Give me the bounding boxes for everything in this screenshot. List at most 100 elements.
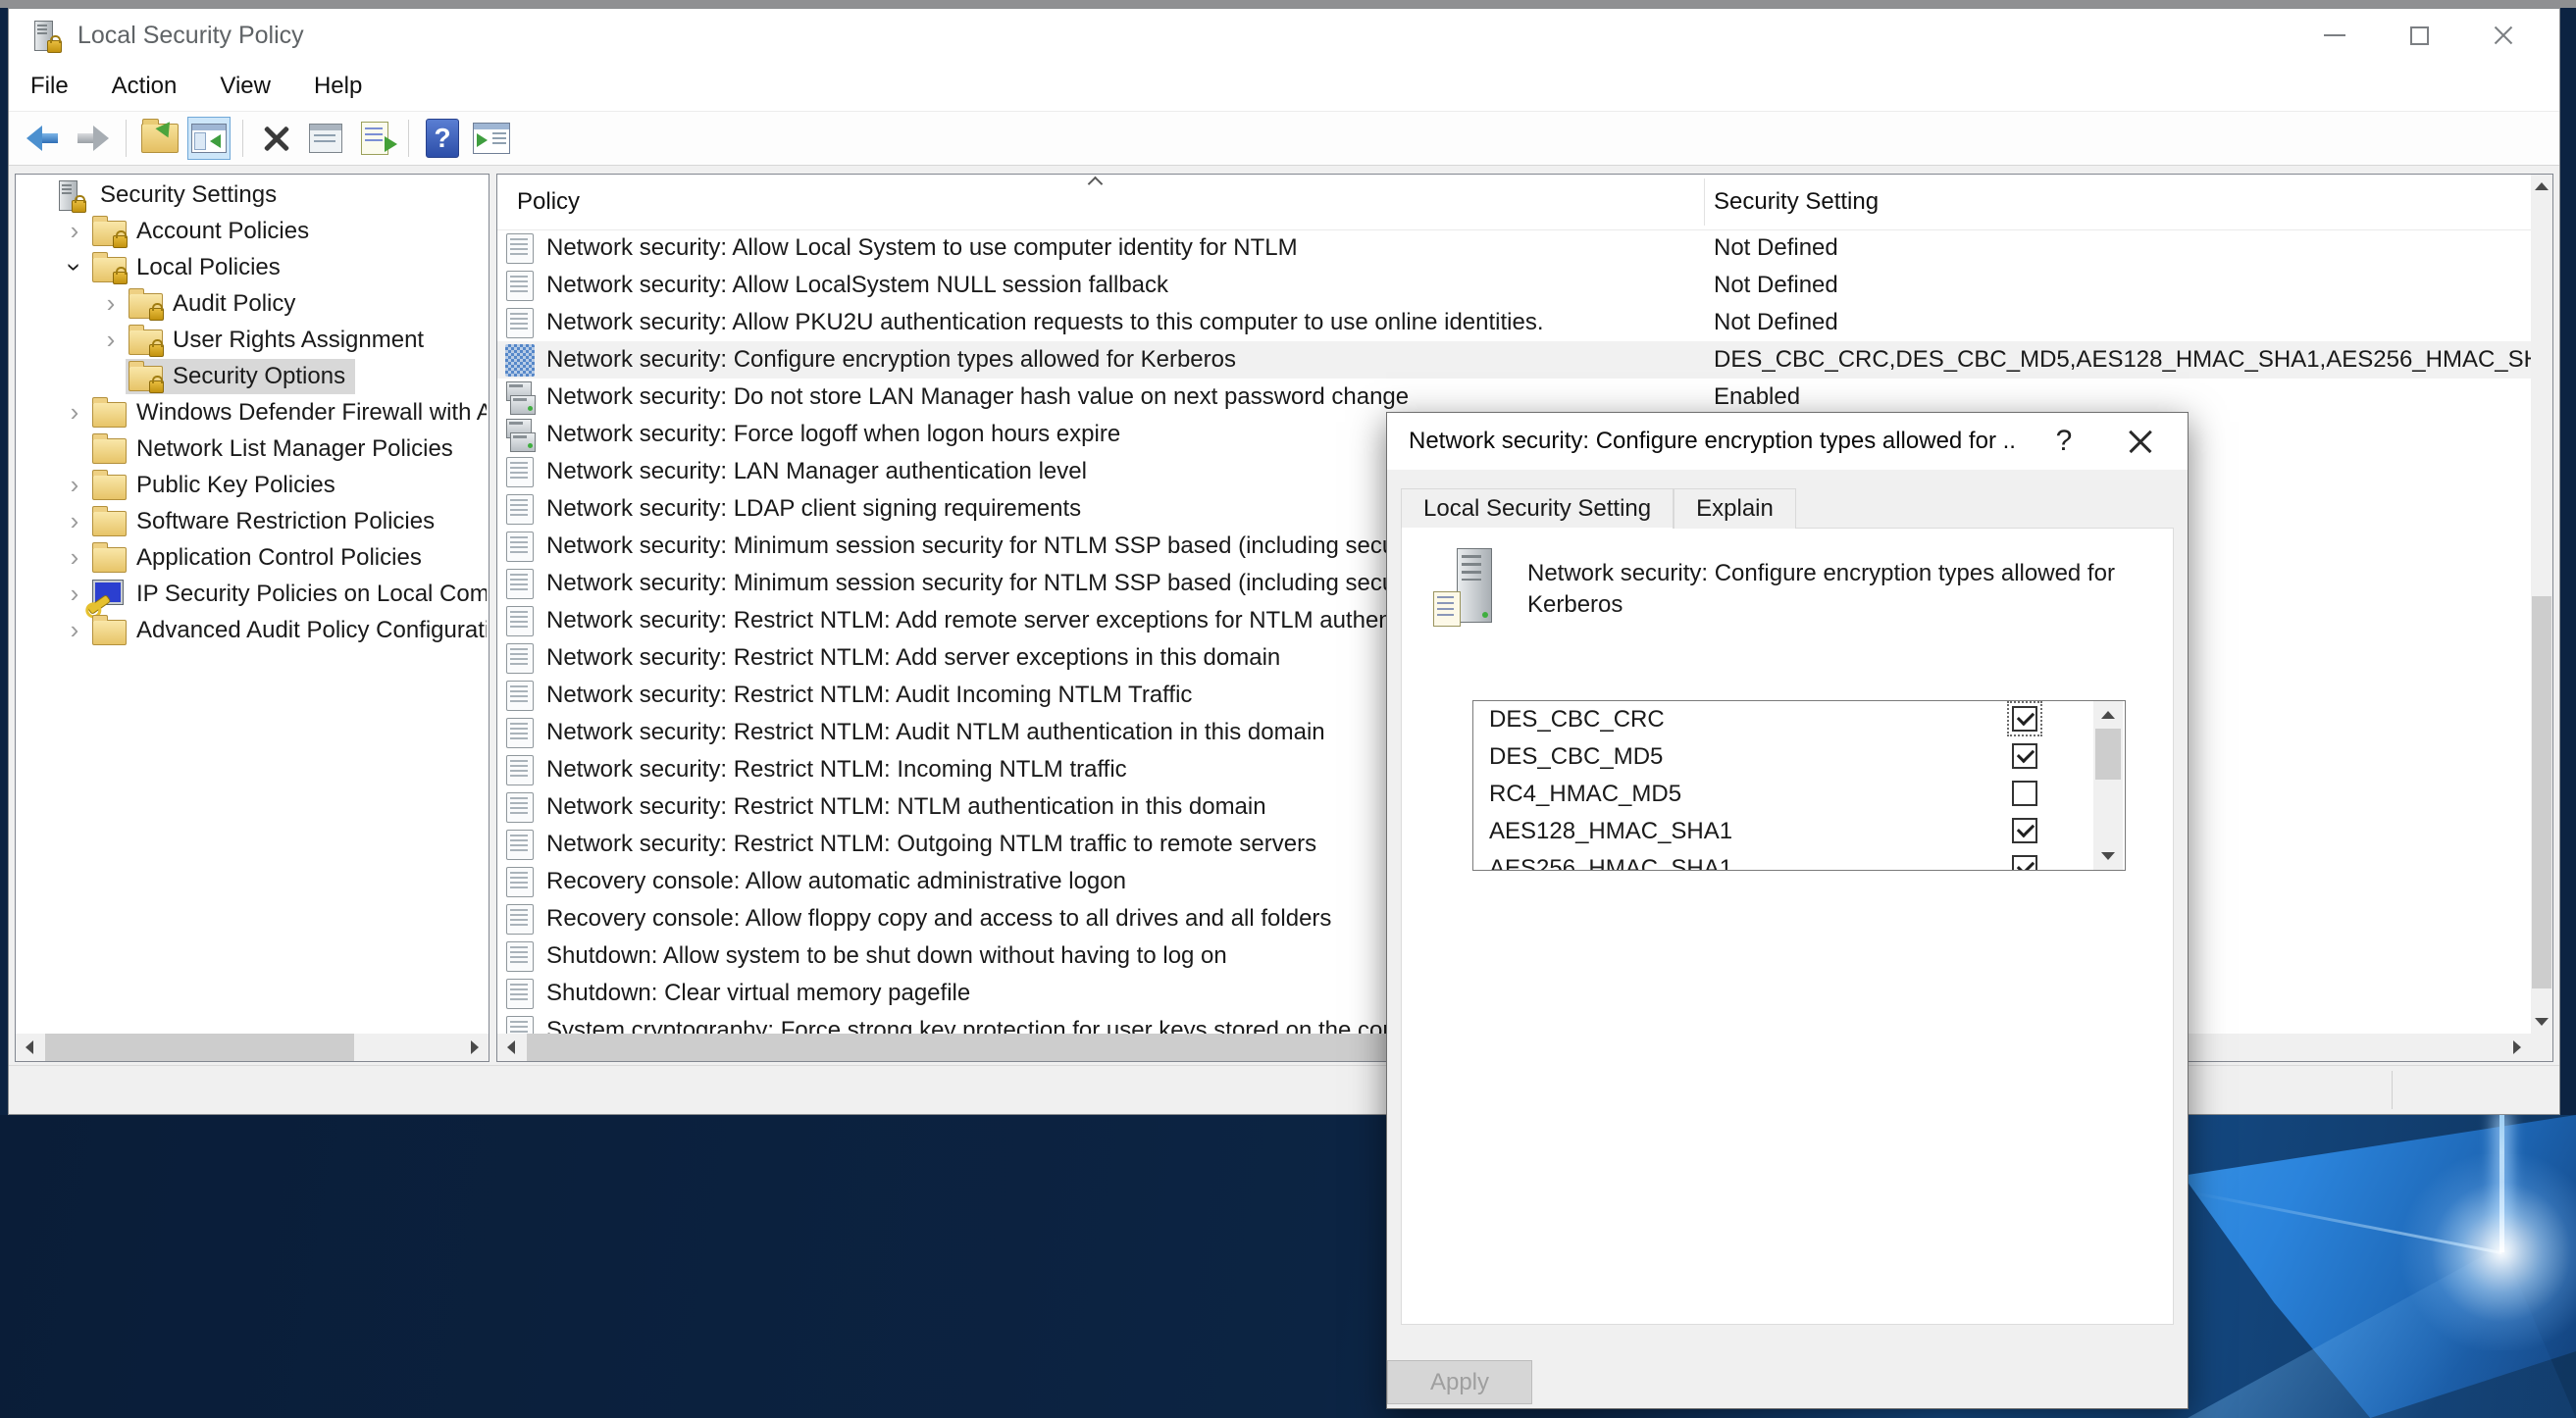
up-one-level-button[interactable] [138, 117, 181, 160]
encryption-option-checkbox[interactable] [2012, 706, 2037, 732]
scrollbar-thumb[interactable] [2095, 729, 2121, 780]
tree-item-icon [55, 180, 90, 210]
scroll-left-icon[interactable] [497, 1034, 525, 1061]
export-list-button[interactable] [353, 117, 396, 160]
tree-item[interactable]: › IP Security Policies on Local Compute [18, 576, 487, 612]
back-button[interactable] [22, 117, 65, 160]
scrollbar-thumb[interactable] [45, 1034, 354, 1061]
console-tree: Security Settings › Account Policies [18, 177, 487, 1032]
tree-expand-chevron-icon[interactable]: › [60, 253, 90, 282]
policy-row[interactable]: Network security: Configure encryption t… [497, 341, 2531, 379]
scroll-up-icon[interactable] [2531, 175, 2552, 198]
menu-item[interactable]: File [9, 62, 90, 111]
delete-icon [262, 124, 291, 153]
policy-row-icon [505, 456, 535, 487]
help-button[interactable]: ? [421, 117, 464, 160]
policy-row-icon [505, 307, 535, 338]
tree-expand-chevron-icon[interactable]: › [60, 470, 89, 500]
policy-name: Network security: Allow Local System to … [546, 234, 1704, 262]
column-header-policy[interactable]: Policy [517, 175, 580, 229]
list-vertical-scrollbar[interactable] [2531, 175, 2552, 1034]
encryption-option-label: AES256_HMAC_SHA1 [1489, 855, 1732, 871]
new-window-button[interactable] [470, 117, 513, 160]
encryption-option-checkbox[interactable] [2012, 781, 2037, 806]
tree-expand-chevron-icon[interactable]: › [60, 579, 89, 609]
forward-button[interactable] [71, 117, 114, 160]
tree-item[interactable]: › Advanced Audit Policy Configuration [18, 612, 487, 648]
policy-row-icon [505, 605, 535, 636]
delete-button[interactable] [255, 117, 298, 160]
properties-button[interactable] [304, 117, 347, 160]
tree-expand-chevron-icon[interactable]: › [60, 216, 89, 246]
tree-item[interactable]: › Windows Defender Firewall with Adva [18, 394, 487, 430]
tree-item[interactable]: Security Options [18, 358, 487, 394]
scroll-right-icon[interactable] [461, 1034, 489, 1061]
encryption-option-checkbox[interactable] [2012, 743, 2037, 769]
encryption-option-row[interactable]: DES_CBC_CRC [1473, 701, 2125, 738]
toolbar-separator [242, 120, 243, 157]
minimize-button[interactable] [2293, 9, 2377, 62]
tree-item-icon [91, 580, 127, 609]
scroll-left-icon[interactable] [16, 1034, 43, 1061]
encryption-option-row[interactable]: DES_CBC_MD5 [1473, 738, 2125, 776]
maximize-button[interactable] [2377, 9, 2461, 62]
tree-item[interactable]: › Application Control Policies [18, 539, 487, 576]
tree-item[interactable]: › Account Policies [18, 213, 487, 249]
tree-expand-chevron-icon[interactable]: › [60, 615, 89, 645]
tree-expand-chevron-icon[interactable]: › [96, 288, 126, 319]
tree-item-icon [91, 616, 127, 645]
security-setting-value: Enabled [1714, 383, 2531, 411]
policy-row[interactable]: Network security: Allow LocalSystem NULL… [497, 267, 2531, 304]
tree-item[interactable]: Network List Manager Policies [18, 430, 487, 467]
tree-item[interactable]: › Software Restriction Policies [18, 503, 487, 539]
encryption-option-checkbox[interactable] [2012, 855, 2037, 871]
dialog-tabs: Local Security Setting Explain [1401, 483, 1796, 529]
scroll-up-icon[interactable] [2093, 701, 2123, 729]
column-header-security-setting[interactable]: Security Setting [1714, 175, 1879, 229]
tree-item[interactable]: › Audit Policy [18, 285, 487, 322]
policy-row[interactable]: Network security: Do not store LAN Manag… [497, 379, 2531, 416]
encryption-option-row[interactable]: AES128_HMAC_SHA1 [1473, 813, 2125, 850]
scroll-right-icon[interactable] [2503, 1034, 2531, 1061]
tree-expand-chevron-icon[interactable]: › [60, 506, 89, 536]
policy-row[interactable]: Network security: Allow PKU2U authentica… [497, 304, 2531, 341]
tree-expand-chevron-icon[interactable]: › [96, 325, 126, 355]
policy-row-icon [505, 531, 535, 562]
dialog-button[interactable]: Apply [1387, 1360, 1532, 1404]
tree-expand-chevron-icon[interactable]: › [60, 397, 89, 428]
tree-item[interactable]: › Public Key Policies [18, 467, 487, 503]
listbox-vertical-scrollbar[interactable] [2093, 701, 2123, 870]
close-button[interactable] [2461, 9, 2546, 62]
menu-item[interactable]: Action [90, 62, 199, 111]
scroll-down-icon[interactable] [2531, 1010, 2552, 1034]
scrollbar-thumb[interactable] [2532, 596, 2551, 988]
menu-item[interactable]: View [198, 62, 292, 111]
encryption-option-row[interactable]: AES256_HMAC_SHA1 [1473, 850, 2125, 871]
tree-item[interactable]: › Local Policies [18, 249, 487, 285]
tree-item-label: Local Policies [136, 254, 281, 281]
tree-expand-chevron-icon[interactable]: › [60, 542, 89, 573]
dialog-titlebar[interactable]: Network security: Configure encryption t… [1387, 413, 2188, 470]
scroll-down-icon[interactable] [2093, 842, 2123, 870]
dialog-tab[interactable]: Explain [1674, 488, 1796, 529]
menu-item[interactable]: Help [292, 62, 384, 111]
dialog-close-button[interactable] [2111, 413, 2170, 470]
show-console-tree-button[interactable] [187, 117, 231, 160]
tree-item[interactable]: Security Settings [18, 177, 487, 213]
security-setting-value: Not Defined [1714, 309, 2531, 336]
policy-row-icon [505, 680, 535, 711]
policy-row-icon [505, 717, 535, 748]
dialog-help-button[interactable]: ? [2035, 413, 2093, 470]
tree-item-label: Network List Manager Policies [136, 435, 453, 463]
encryption-option-checkbox[interactable] [2012, 818, 2037, 843]
encryption-option-row[interactable]: RC4_HMAC_MD5 [1473, 776, 2125, 813]
dialog-tab[interactable]: Local Security Setting [1401, 488, 1674, 529]
security-setting-value: Not Defined [1714, 234, 2531, 262]
policy-row[interactable]: Network security: Allow Local System to … [497, 229, 2531, 267]
window-titlebar[interactable]: Local Security Policy [9, 9, 2559, 62]
tree-horizontal-scrollbar[interactable] [16, 1034, 489, 1061]
tree-item-label: Application Control Policies [136, 544, 422, 572]
tree-item[interactable]: › User Rights Assignment [18, 322, 487, 358]
column-divider[interactable] [1704, 178, 1705, 226]
policy-row-icon [505, 866, 535, 897]
